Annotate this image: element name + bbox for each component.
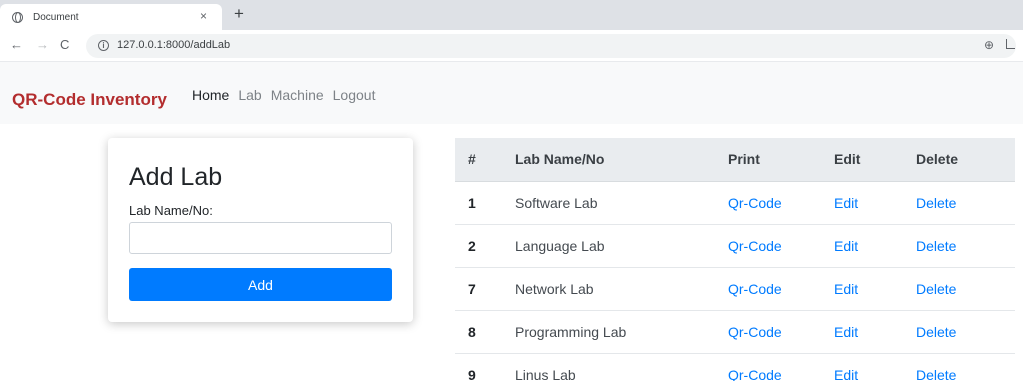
nav-link-home[interactable]: Home bbox=[192, 87, 229, 103]
row-id: 1 bbox=[455, 181, 515, 225]
row-lab-name: Software Lab bbox=[515, 181, 728, 225]
tab-title: Document bbox=[33, 11, 79, 23]
browser-toolbar: ← → C i 127.0.0.1:8000/addLab ⊕ bbox=[0, 30, 1023, 62]
address-bar[interactable]: i 127.0.0.1:8000/addLab ⊕ bbox=[86, 34, 1016, 58]
edit-link[interactable]: Edit bbox=[834, 367, 858, 381]
header-print: Print bbox=[728, 138, 834, 182]
info-icon[interactable]: i bbox=[98, 40, 109, 51]
browser-tab-bar: Document × + bbox=[0, 0, 1023, 30]
table-row: 8 Programming Lab Qr-Code Edit Delete bbox=[455, 310, 1015, 354]
row-lab-name: Network Lab bbox=[515, 267, 728, 311]
add-lab-card: Add Lab Lab Name/No: Add bbox=[108, 138, 413, 322]
share-icon[interactable] bbox=[1006, 39, 1015, 49]
card-title: Add Lab bbox=[129, 163, 223, 191]
url-text[interactable]: 127.0.0.1:8000/addLab bbox=[117, 39, 230, 51]
lab-name-label: Lab Name/No: bbox=[129, 203, 213, 218]
brand-logo[interactable]: QR-Code Inventory bbox=[12, 90, 167, 110]
edit-link[interactable]: Edit bbox=[834, 281, 858, 297]
forward-arrow-icon[interactable]: → bbox=[36, 37, 49, 52]
row-lab-name: Linus Lab bbox=[515, 353, 728, 381]
table-row: 1 Software Lab Qr-Code Edit Delete bbox=[455, 181, 1015, 225]
back-arrow-icon[interactable]: ← bbox=[10, 37, 23, 52]
lab-name-input[interactable] bbox=[129, 222, 392, 254]
nav-links: Home Lab Machine Logout bbox=[192, 87, 375, 103]
delete-link[interactable]: Delete bbox=[916, 324, 956, 340]
nav-link-lab[interactable]: Lab bbox=[238, 87, 261, 103]
qr-code-link[interactable]: Qr-Code bbox=[728, 281, 782, 297]
delete-link[interactable]: Delete bbox=[916, 281, 956, 297]
row-id: 9 bbox=[455, 353, 515, 381]
nav-link-logout[interactable]: Logout bbox=[333, 87, 376, 103]
row-lab-name: Language Lab bbox=[515, 224, 728, 268]
table-row: 9 Linus Lab Qr-Code Edit Delete bbox=[455, 353, 1015, 381]
delete-link[interactable]: Delete bbox=[916, 238, 956, 254]
table-row: 2 Language Lab Qr-Code Edit Delete bbox=[455, 224, 1015, 268]
row-id: 2 bbox=[455, 224, 515, 268]
delete-link[interactable]: Delete bbox=[916, 195, 956, 211]
delete-link[interactable]: Delete bbox=[916, 367, 956, 381]
header-lab-name: Lab Name/No bbox=[515, 138, 728, 182]
browser-tab[interactable]: Document × bbox=[0, 4, 222, 30]
row-lab-name: Programming Lab bbox=[515, 310, 728, 354]
header-edit: Edit bbox=[834, 138, 916, 182]
zoom-icon[interactable]: ⊕ bbox=[984, 38, 994, 52]
qr-code-link[interactable]: Qr-Code bbox=[728, 324, 782, 340]
close-icon[interactable]: × bbox=[200, 9, 207, 23]
nav-link-machine[interactable]: Machine bbox=[271, 87, 324, 103]
reload-icon[interactable]: C bbox=[60, 37, 69, 52]
qr-code-link[interactable]: Qr-Code bbox=[728, 238, 782, 254]
edit-link[interactable]: Edit bbox=[834, 238, 858, 254]
edit-link[interactable]: Edit bbox=[834, 324, 858, 340]
app-navbar: QR-Code Inventory Home Lab Machine Logou… bbox=[0, 62, 1023, 124]
lab-table: # Lab Name/No Print Edit Delete 1 Softwa… bbox=[455, 138, 1015, 381]
plus-icon[interactable]: + bbox=[234, 4, 244, 24]
qr-code-link[interactable]: Qr-Code bbox=[728, 195, 782, 211]
table-row: 7 Network Lab Qr-Code Edit Delete bbox=[455, 267, 1015, 311]
edit-link[interactable]: Edit bbox=[834, 195, 858, 211]
header-number: # bbox=[455, 138, 515, 182]
header-delete: Delete bbox=[916, 138, 1015, 182]
row-id: 7 bbox=[455, 267, 515, 311]
add-button[interactable]: Add bbox=[129, 268, 392, 301]
row-id: 8 bbox=[455, 310, 515, 354]
globe-icon bbox=[12, 11, 23, 23]
table-header-row: # Lab Name/No Print Edit Delete bbox=[455, 138, 1015, 182]
qr-code-link[interactable]: Qr-Code bbox=[728, 367, 782, 381]
